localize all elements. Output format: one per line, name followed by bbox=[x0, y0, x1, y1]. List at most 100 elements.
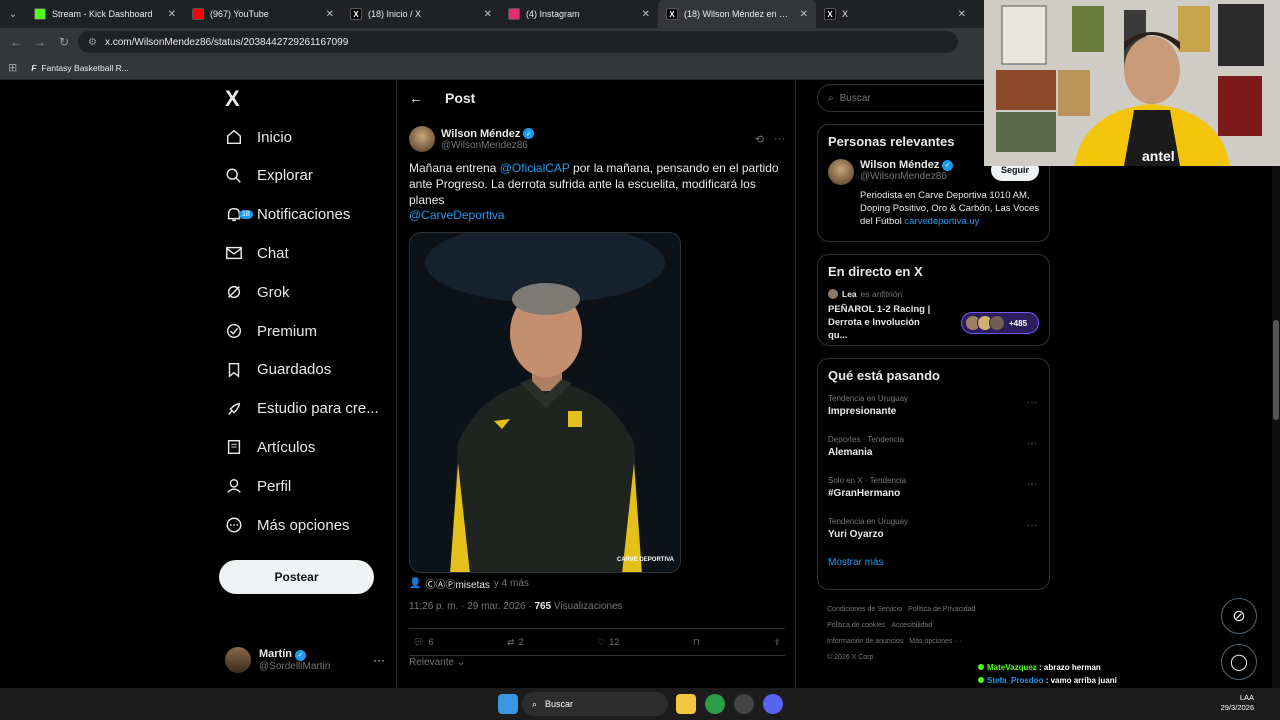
footer-link[interactable]: Condiciones de Servicio bbox=[827, 606, 902, 613]
forward-icon[interactable]: → bbox=[30, 32, 50, 52]
more-icon[interactable]: ··· bbox=[373, 653, 385, 667]
windows-start-icon[interactable] bbox=[498, 694, 518, 714]
like-button[interactable]: ♡ 12 bbox=[597, 637, 619, 648]
footer-link[interactable]: Política de Privacidad bbox=[908, 606, 975, 613]
trend-item[interactable]: Tendencia en Uruguay Impresionante ··· bbox=[818, 387, 1049, 428]
instagram-icon bbox=[508, 8, 520, 20]
nav-item-perfil[interactable]: Perfil bbox=[225, 467, 291, 505]
file-explorer-icon[interactable] bbox=[676, 694, 696, 714]
more-icon[interactable]: ··· bbox=[1027, 479, 1037, 490]
bookmark-button[interactable]: ⊓ bbox=[693, 637, 700, 648]
nav-item-chat[interactable]: Chat bbox=[225, 234, 289, 272]
tagged-users[interactable]: 👤 ⒸⒶⓅmisetas y 4 más bbox=[409, 576, 529, 591]
nav-item-artículos[interactable]: Artículos bbox=[225, 428, 315, 466]
more-icon[interactable]: ··· bbox=[1027, 520, 1037, 531]
show-more-link[interactable]: Mostrar más bbox=[818, 551, 1049, 574]
nav-item-más-opciones[interactable]: Más opciones bbox=[225, 506, 350, 544]
nav-label: Artículos bbox=[257, 438, 316, 456]
close-icon[interactable]: ✕ bbox=[642, 9, 650, 20]
reply-button[interactable]: 💬︎ 6 bbox=[413, 637, 433, 648]
close-icon[interactable]: ✕ bbox=[800, 9, 808, 20]
grok-fab-icon[interactable]: ⊘ bbox=[1221, 598, 1257, 634]
chat-message: MateVazquez : abrazo herman bbox=[978, 662, 1270, 673]
close-icon[interactable]: ✕ bbox=[484, 9, 492, 20]
footer-link[interactable]: Política de cookies bbox=[827, 622, 885, 629]
more-icon[interactable]: ··· bbox=[1027, 397, 1037, 408]
bio-link[interactable]: carvedeportiva.uy bbox=[904, 216, 979, 227]
author-name[interactable]: Wilson Méndez ✓ bbox=[441, 128, 535, 140]
browser-tab[interactable]: Stream - Kick Dashboard ✕ bbox=[26, 0, 184, 28]
relevant-handle[interactable]: @WilsonMendez86 bbox=[860, 171, 953, 182]
close-icon[interactable]: ✕ bbox=[326, 9, 334, 20]
post-button[interactable]: Postear bbox=[219, 560, 374, 594]
obs-icon[interactable] bbox=[734, 694, 754, 714]
home-icon bbox=[225, 128, 243, 146]
reload-icon[interactable]: ↻ bbox=[54, 32, 74, 52]
apps-grid-icon[interactable]: ⊞ bbox=[8, 61, 17, 74]
bookmark-item[interactable]: F Fantasy Basketball R... bbox=[31, 63, 129, 73]
scroll-thumb[interactable] bbox=[1273, 320, 1279, 420]
browser-tab[interactable]: X (18) Inicio / X ✕ bbox=[342, 0, 500, 28]
nav-item-explorar[interactable]: Explorar bbox=[225, 157, 313, 195]
nav-item-estudio-para-cre-[interactable]: Estudio para cre... bbox=[225, 390, 379, 428]
reply-sort-select[interactable]: Relevante ⌄ bbox=[409, 657, 465, 668]
chrome-icon[interactable] bbox=[705, 694, 725, 714]
listeners-pill[interactable]: +485 bbox=[961, 312, 1039, 334]
nav-item-notificaciones[interactable]: 18 Notificaciones bbox=[225, 196, 350, 234]
grok-explain-icon[interactable]: ⟲ bbox=[755, 133, 764, 146]
author-avatar[interactable] bbox=[409, 126, 435, 152]
trend-item[interactable]: Tendencia en Uruguay Yuri Oyarzo ··· bbox=[818, 510, 1049, 551]
mention-link[interactable]: @CarveDeportiva bbox=[409, 208, 505, 222]
mention-link[interactable]: @OficialCAP bbox=[500, 161, 570, 175]
system-tray[interactable]: LAA 29/3/2026 bbox=[1221, 693, 1254, 713]
person-icon bbox=[225, 477, 243, 495]
browser-tab[interactable]: X (18) Wilson Méndez en X: "Mañ ✕ bbox=[658, 0, 816, 28]
badge-icon bbox=[978, 677, 984, 683]
site-info-icon[interactable]: ⚙ bbox=[88, 37, 97, 48]
trend-item[interactable]: Deportes · Tendencia Alemania ··· bbox=[818, 428, 1049, 469]
footer-link[interactable]: Información de anuncios bbox=[827, 638, 903, 645]
url-input[interactable]: ⚙ x.com/WilsonMendez86/status/2038442729… bbox=[78, 31, 958, 53]
premium-icon bbox=[225, 322, 243, 340]
live-card[interactable]: En directo en X Lea es anfitrión PEÑAROL … bbox=[817, 254, 1050, 346]
post-meta: 11:26 p. m. · 29 mar. 2026 · 765 Visuali… bbox=[409, 601, 623, 612]
more-icon[interactable]: ··· bbox=[1027, 438, 1037, 449]
close-icon[interactable]: ✕ bbox=[168, 9, 176, 20]
footer-link[interactable]: Más opciones ··· bbox=[909, 638, 961, 645]
account-switcher[interactable]: Martín ✓ @SordelliMartin ··· bbox=[225, 640, 385, 680]
left-nav: X Inicio Explorar 18 Notificaciones Chat Grok… bbox=[215, 80, 395, 688]
nav-item-inicio[interactable]: Inicio bbox=[225, 118, 292, 156]
relevant-name[interactable]: Wilson Méndez ✓ bbox=[860, 159, 954, 171]
taskbar-search[interactable]: ⌕ Buscar bbox=[522, 692, 668, 716]
tab-title: (967) YouTube bbox=[210, 9, 269, 19]
x-logo-icon[interactable]: X bbox=[225, 88, 247, 110]
person-icon: 👤 bbox=[409, 578, 422, 589]
copyright: © 2026 X Corp. bbox=[827, 654, 876, 661]
nav-item-guardados[interactable]: Guardados bbox=[225, 351, 331, 389]
browser-tab[interactable]: X X ✕ bbox=[816, 0, 974, 28]
author-avatar[interactable] bbox=[828, 159, 854, 185]
verified-icon: ✓ bbox=[942, 159, 954, 171]
nav-item-premium[interactable]: Premium bbox=[225, 312, 317, 350]
browser-tab[interactable]: (967) YouTube ✕ bbox=[184, 0, 342, 28]
nav-item-grok[interactable]: Grok bbox=[225, 273, 290, 311]
close-icon[interactable]: ✕ bbox=[958, 9, 966, 20]
browser-tab[interactable]: (4) Instagram ✕ bbox=[500, 0, 658, 28]
back-arrow-icon[interactable]: ← bbox=[409, 90, 423, 106]
repost-button[interactable]: ⇄ 2 bbox=[507, 637, 524, 648]
chat-user: Stefa_Prosdoo bbox=[987, 676, 1044, 685]
discord-icon[interactable] bbox=[763, 694, 783, 714]
share-button[interactable]: ⇪ bbox=[773, 637, 781, 648]
footer-link[interactable]: Accesibilidad bbox=[891, 622, 932, 629]
x-icon: X bbox=[666, 8, 678, 20]
page-scrollbar[interactable] bbox=[1272, 80, 1280, 688]
more-icon[interactable]: ··· bbox=[774, 133, 785, 146]
trend-name: Yuri Oyarzo bbox=[828, 529, 884, 540]
author-handle[interactable]: @WilsonMendez86 bbox=[441, 140, 534, 151]
tab-search-button[interactable]: ⌄ bbox=[0, 0, 26, 28]
tab-title: Stream - Kick Dashboard bbox=[52, 9, 153, 19]
tweet-photo[interactable]: CARVE DEPORTIVA bbox=[409, 232, 681, 573]
trend-item[interactable]: Solo en X · Tendencia #GranHermano ··· bbox=[818, 469, 1049, 510]
chat-message: Stefa_Prosdoo : vamo arriba juani bbox=[978, 675, 1270, 686]
back-icon[interactable]: ← bbox=[6, 32, 26, 52]
